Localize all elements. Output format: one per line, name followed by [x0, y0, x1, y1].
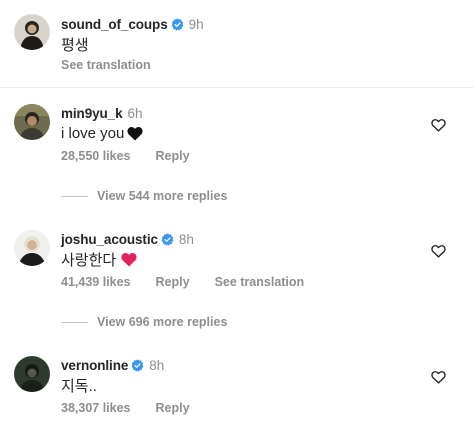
avatar[interactable]: [14, 230, 50, 266]
heart-outline-icon[interactable]: [431, 244, 446, 258]
timestamp: 9h: [188, 16, 204, 32]
verified-badge-icon: [161, 232, 174, 246]
comment-text-body: 사랑한다: [61, 251, 117, 269]
likes-count[interactable]: 28,550 likes: [61, 149, 131, 163]
verified-badge-icon: [131, 358, 144, 372]
username[interactable]: vernonline: [61, 358, 128, 373]
comment-text: 지독..: [61, 375, 97, 395]
heart-outline-icon[interactable]: [431, 118, 446, 132]
red-heart-icon: [121, 252, 137, 267]
divider: [0, 87, 474, 88]
comment-text: 사랑한다: [61, 249, 137, 269]
reply-button[interactable]: Reply: [156, 275, 190, 289]
verified-badge-icon: [171, 17, 184, 31]
comment-text: 평생: [61, 34, 89, 54]
timestamp: 8h: [178, 231, 194, 247]
view-replies-line: [61, 195, 88, 197]
likes-count[interactable]: 38,307 likes: [61, 401, 131, 415]
comment-text-body: 평생: [61, 36, 89, 54]
avatar-image: [14, 104, 50, 140]
avatar-image: [14, 230, 50, 266]
username[interactable]: joshu_acoustic: [61, 232, 158, 247]
avatar-image: [14, 356, 50, 392]
view-replies-label[interactable]: View 696 more replies: [97, 315, 227, 329]
avatar[interactable]: [14, 104, 50, 140]
avatar[interactable]: [14, 356, 50, 392]
timestamp: 6h: [127, 105, 143, 121]
comment-text-body: 지독..: [61, 377, 97, 395]
view-replies-button[interactable]: View 544 more replies: [61, 188, 227, 204]
see-translation-button[interactable]: See translation: [215, 275, 305, 289]
reply-button[interactable]: Reply: [156, 149, 190, 163]
see-translation-button[interactable]: See translation: [61, 58, 151, 72]
timestamp: 8h: [149, 357, 165, 373]
comment-text-body: i love you: [61, 124, 125, 142]
reply-button[interactable]: Reply: [156, 401, 190, 415]
avatar-image: [14, 14, 50, 50]
comment-text: i love you: [61, 123, 143, 143]
username[interactable]: min9yu_k: [61, 106, 123, 121]
avatar[interactable]: [14, 14, 50, 50]
username[interactable]: sound_of_coups: [61, 17, 168, 32]
view-replies-line: [61, 321, 88, 323]
heart-outline-icon[interactable]: [431, 370, 446, 384]
view-replies-button[interactable]: View 696 more replies: [61, 314, 227, 330]
black-heart-icon: [127, 126, 143, 141]
view-replies-label[interactable]: View 544 more replies: [97, 189, 227, 203]
likes-count[interactable]: 41,439 likes: [61, 275, 131, 289]
